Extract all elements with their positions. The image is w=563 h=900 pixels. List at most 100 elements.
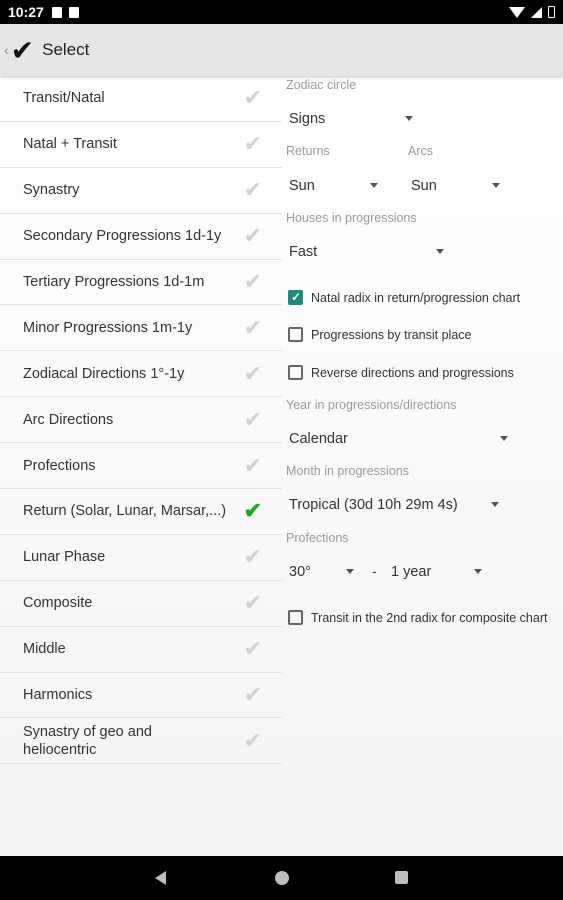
- selected-check-icon: ✔: [243, 498, 262, 524]
- list-item-label: Composite: [23, 595, 93, 612]
- list-item-transit-natal[interactable]: Transit/Natal ✔: [0, 76, 282, 122]
- checkbox-label: Progressions by transit place: [311, 327, 472, 342]
- checkbox-label: Reverse directions and progressions: [311, 365, 514, 380]
- year-progressions-label: Year in progressions/directions: [286, 398, 457, 412]
- wifi-icon: [509, 6, 525, 18]
- list-item-synastry-geo-helio[interactable]: Synastry of geo and heliocentric ✔: [0, 718, 282, 765]
- content-area: Transit/Natal ✔ Natal + Transit ✔ Synast…: [0, 76, 563, 856]
- arcs-label: Arcs: [408, 144, 433, 158]
- progressions-transit-checkbox-row[interactable]: Progressions by transit place: [288, 327, 472, 342]
- arcs-dropdown[interactable]: Sun: [411, 177, 505, 195]
- returns-dropdown[interactable]: Sun: [289, 177, 383, 195]
- navigation-bar: [0, 856, 563, 900]
- zodiac-circle-label: Zodiac circle: [286, 78, 357, 92]
- checkbox-label: Natal radix in return/progression chart: [311, 290, 521, 305]
- transit-2nd-radix-checkbox[interactable]: [288, 610, 303, 625]
- list-item-label: Zodiacal Directions 1°-1y: [23, 365, 185, 382]
- toolbar-title[interactable]: Select: [42, 40, 89, 60]
- dropdown-caret-icon: [346, 569, 354, 574]
- natal-radix-checkbox-row[interactable]: Natal radix in return/progression chart: [288, 290, 520, 305]
- dropdown-caret-icon: [405, 116, 413, 121]
- list-item-label: Secondary Progressions 1d-1y: [23, 228, 222, 245]
- check-icon: ✔: [243, 727, 262, 753]
- status-bar: 10:27: [0, 0, 563, 24]
- list-item-natal-transit[interactable]: Natal + Transit ✔: [0, 122, 282, 168]
- dropdown-value: 30°: [289, 564, 311, 580]
- progressions-transit-checkbox[interactable]: [288, 327, 303, 342]
- list-item-arc-directions[interactable]: Arc Directions ✔: [0, 397, 282, 444]
- nav-recents-icon[interactable]: [395, 871, 408, 884]
- list-item-label: Natal + Transit: [23, 136, 117, 153]
- list-item-return[interactable]: Return (Solar, Lunar, Marsar,...) ✔: [0, 489, 282, 535]
- list-item-zodiacal-directions[interactable]: Zodiacal Directions 1°-1y ✔: [0, 351, 282, 398]
- list-item-composite[interactable]: Composite ✔: [0, 581, 282, 627]
- list-item-label: Synastry of geo and heliocentric: [23, 723, 152, 758]
- list-item-harmonics[interactable]: Harmonics ✔: [0, 673, 282, 719]
- profections-from-dropdown[interactable]: 30°: [289, 563, 361, 581]
- zodiac-circle-dropdown[interactable]: Signs: [289, 110, 414, 128]
- list-item-label: Arc Directions: [23, 411, 114, 428]
- list-item-label: Harmonics: [23, 687, 93, 704]
- back-chevron-icon[interactable]: ‹: [4, 42, 9, 58]
- month-progressions-label: Month in progressions: [286, 464, 409, 478]
- dropdown-caret-icon: [436, 249, 444, 254]
- check-icon: ✔: [243, 406, 262, 432]
- check-icon: ✔: [243, 85, 262, 111]
- action-bar: ‹ ✔ Select: [0, 24, 563, 76]
- list-item-label: Profections: [23, 457, 96, 474]
- dropdown-value: 1 year: [391, 564, 432, 580]
- reverse-directions-checkbox[interactable]: [288, 365, 303, 380]
- list-item-profections[interactable]: Profections ✔: [0, 443, 282, 490]
- list-item-label: Synastry: [23, 182, 80, 199]
- notification-icon: [51, 6, 62, 18]
- sd-card-icon: [68, 6, 79, 18]
- nav-back-icon[interactable]: [155, 871, 166, 885]
- dropdown-caret-icon: [370, 183, 378, 188]
- list-item-label: Minor Progressions 1m-1y: [23, 319, 193, 336]
- dropdown-value: Fast: [289, 244, 318, 260]
- check-icon: ✔: [243, 590, 262, 616]
- list-item-label: Return (Solar, Lunar, Marsar,...): [23, 503, 227, 520]
- checkbox-label: Transit in the 2nd radix for composite c…: [311, 610, 548, 625]
- list-item-label: Transit/Natal: [23, 90, 105, 107]
- list-item-label: Tertiary Progressions 1d-1m: [23, 274, 205, 290]
- check-icon: ✔: [243, 682, 262, 708]
- battery-icon: [548, 6, 555, 18]
- dropdown-caret-icon: [492, 183, 500, 188]
- nav-home-icon[interactable]: [275, 871, 289, 885]
- transit-2nd-radix-checkbox-row[interactable]: Transit in the 2nd radix for composite c…: [288, 610, 547, 625]
- month-progressions-dropdown[interactable]: Tropical (30d 10h 29m 4s): [289, 496, 505, 514]
- list-item-label: Middle: [23, 641, 66, 658]
- dropdown-caret-icon: [474, 569, 482, 574]
- list-item-secondary-progressions[interactable]: Secondary Progressions 1d-1y ✔: [0, 214, 282, 260]
- list-item-minor-progressions[interactable]: Minor Progressions 1m-1y ✔: [0, 305, 282, 352]
- confirm-check-icon[interactable]: ✔: [11, 34, 34, 67]
- profections-label: Profections: [286, 531, 349, 545]
- chart-type-list: Transit/Natal ✔ Natal + Transit ✔ Synast…: [0, 76, 282, 765]
- profections-to-dropdown[interactable]: 1 year: [391, 563, 491, 581]
- dropdown-value: Signs: [289, 111, 326, 127]
- houses-progressions-label: Houses in progressions: [286, 211, 417, 225]
- returns-label: Returns: [286, 144, 330, 158]
- check-icon: ✔: [243, 544, 262, 570]
- check-icon: ✔: [243, 269, 262, 294]
- natal-radix-checkbox[interactable]: [288, 290, 303, 305]
- reverse-directions-checkbox-row[interactable]: Reverse directions and progressions: [288, 365, 514, 380]
- houses-progressions-dropdown[interactable]: Fast: [289, 243, 449, 261]
- signal-icon: [531, 6, 542, 18]
- list-item-synastry[interactable]: Synastry ✔: [0, 168, 282, 214]
- dropdown-value: Sun: [289, 178, 315, 194]
- dropdown-caret-icon: [500, 436, 508, 441]
- list-item-tertiary-progressions[interactable]: Tertiary Progressions 1d-1m ✔: [0, 260, 282, 306]
- check-icon: ✔: [243, 223, 262, 249]
- check-icon: ✔: [243, 314, 262, 340]
- year-progressions-dropdown[interactable]: Calendar: [289, 430, 514, 448]
- clock: 10:27: [8, 4, 44, 20]
- list-item-lunar-phase[interactable]: Lunar Phase ✔: [0, 535, 282, 581]
- list-item-middle[interactable]: Middle ✔: [0, 627, 282, 673]
- check-icon: ✔: [243, 131, 262, 157]
- check-icon: ✔: [243, 452, 262, 478]
- check-icon: ✔: [243, 360, 262, 386]
- dropdown-value: Tropical (30d 10h 29m 4s): [289, 497, 458, 513]
- check-icon: ✔: [243, 636, 262, 662]
